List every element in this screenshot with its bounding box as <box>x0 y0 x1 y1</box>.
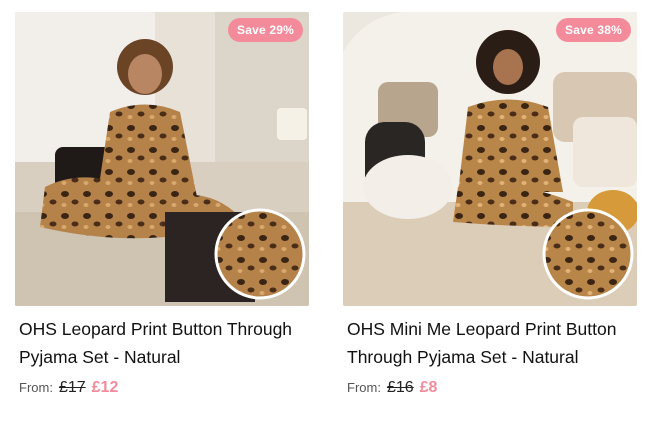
product-photo-girl-pyjamas <box>343 12 637 306</box>
leopard-swatch-icon <box>542 208 634 300</box>
sale-price: £8 <box>419 379 438 396</box>
product-image[interactable]: Save 38% <box>343 12 637 306</box>
product-card[interactable]: Save 29% OHS Leopard Print Button Throug… <box>15 12 309 397</box>
leopard-swatch-icon <box>214 208 306 300</box>
original-price: £16 <box>386 379 414 396</box>
save-badge: Save 38% <box>556 18 631 42</box>
price-prefix: From: <box>347 380 381 395</box>
save-badge: Save 29% <box>228 18 303 42</box>
sale-price: £12 <box>91 379 119 396</box>
product-price: From: £16 £8 <box>343 379 637 397</box>
product-price: From: £17 £12 <box>15 379 309 397</box>
original-price: £17 <box>58 379 86 396</box>
product-photo-woman-pyjamas <box>15 12 309 306</box>
product-image[interactable]: Save 29% <box>15 12 309 306</box>
product-title[interactable]: OHS Leopard Print Button Through Pyjama … <box>15 315 309 371</box>
product-title[interactable]: OHS Mini Me Leopard Print Button Through… <box>343 315 637 371</box>
product-card[interactable]: Save 38% OHS Mini Me Leopard Print Butto… <box>343 12 637 397</box>
price-prefix: From: <box>19 380 53 395</box>
